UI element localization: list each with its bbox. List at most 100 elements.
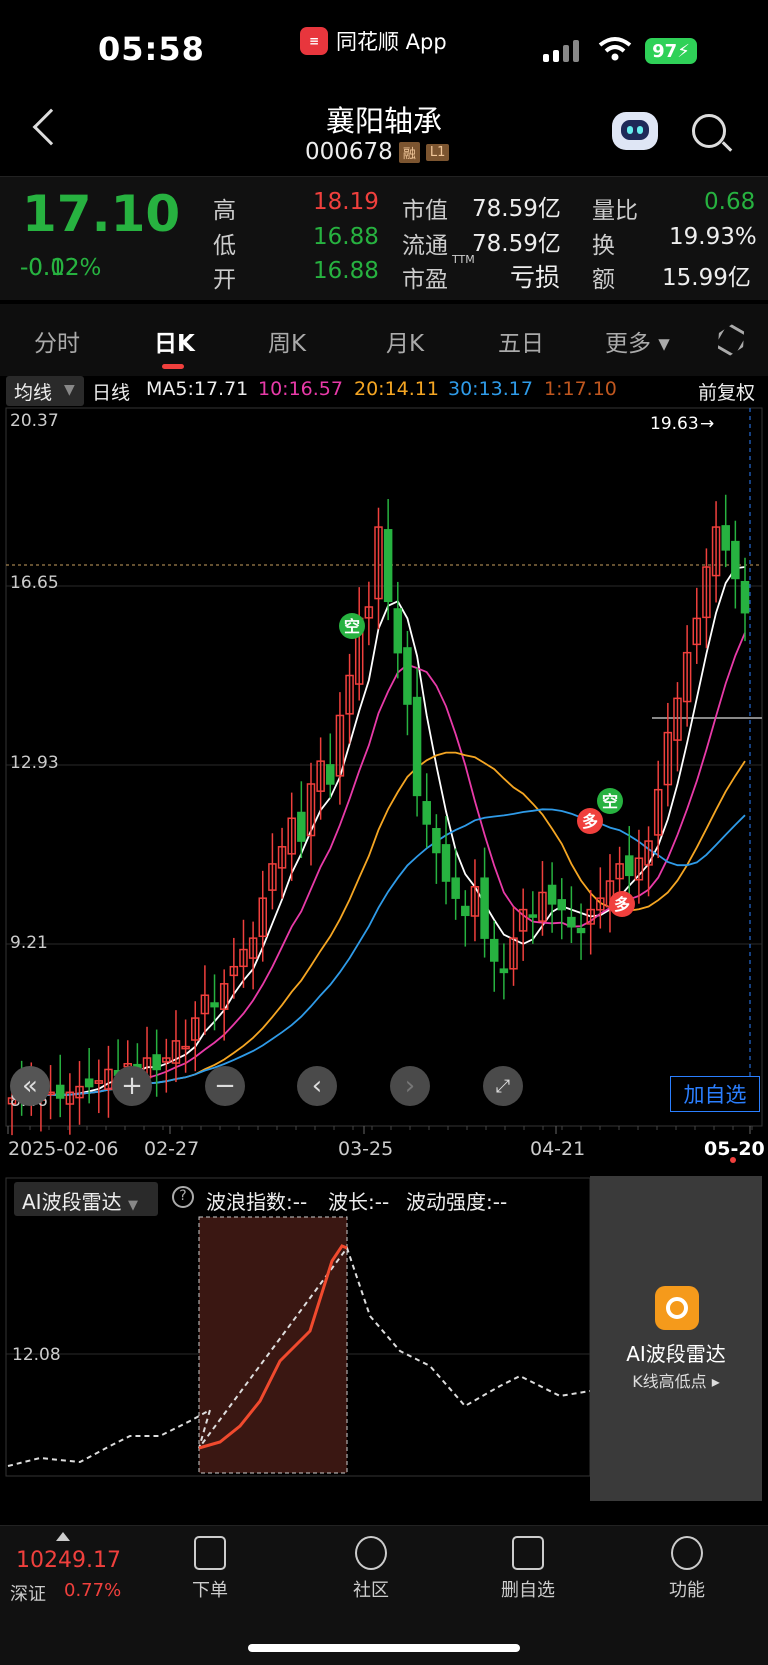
settings-icon[interactable] (712, 321, 750, 359)
stock-code-row: 000678 融 L1 (305, 139, 450, 165)
mcap-label: 市值 (402, 198, 448, 224)
clock: 05:58 (98, 30, 205, 68)
amount-value: 15.99亿 (662, 265, 751, 291)
radar-selector[interactable]: AI波段雷达 ▼ (14, 1182, 158, 1216)
active-tab-indicator (162, 364, 184, 369)
ai-robot-icon[interactable] (612, 112, 658, 150)
candle-body (461, 905, 470, 917)
candle-body (84, 1078, 94, 1088)
pe-value: 亏损 (510, 263, 561, 292)
open-value: 16.88 (313, 258, 379, 284)
tab-daily[interactable]: 日K (154, 324, 195, 358)
candle-body (576, 927, 586, 934)
candle-body (441, 844, 451, 882)
remove-favorite-button[interactable]: 删自选 (488, 1536, 568, 1602)
short-signal-marker: 空 (339, 613, 365, 639)
candle-body (326, 764, 335, 785)
candle-body (451, 877, 460, 899)
tab-monthly[interactable]: 月K (386, 324, 424, 358)
add-favorite-button[interactable]: 加自选 (670, 1076, 760, 1112)
ma20-line (11, 751, 746, 1099)
scroll-right-button[interactable]: › (390, 1066, 430, 1106)
ma10-value: 10:16.57 (258, 378, 343, 400)
app-logo-icon: ≡ (300, 27, 328, 55)
order-label: 下单 (192, 1580, 228, 1601)
tab-intraday[interactable]: 分时 (34, 324, 80, 358)
promo-title: AI波段雷达 (626, 1342, 726, 1366)
zoom-in-button[interactable]: + (112, 1066, 152, 1106)
peak-price-label: 19.63 (650, 414, 699, 434)
zoom-out-button[interactable]: − (205, 1066, 245, 1106)
candle-body (432, 828, 441, 854)
tab-five-day[interactable]: 五日 (498, 324, 544, 358)
radar-selector-label: AI波段雷达 (22, 1190, 122, 1214)
app-name: 同花顺 App (336, 30, 447, 54)
radar-highlight-band (198, 1216, 348, 1474)
order-button[interactable]: 下单 (170, 1536, 250, 1602)
battery-level: 97 (652, 40, 678, 62)
y-tick: 9.21 (10, 933, 48, 953)
wave-index: 波浪指数:-- (206, 1190, 308, 1214)
radar-promo-card[interactable]: AI波段雷达 K线高低点 ▸ (590, 1176, 762, 1501)
date-tick: 03-25 (338, 1138, 394, 1160)
ma5-line (11, 566, 746, 1099)
date-tick: 2025-02-06 (8, 1138, 119, 1160)
kline-frame (5, 407, 763, 1127)
ma30-value: 30:13.17 (448, 378, 533, 400)
help-icon[interactable]: ? (172, 1186, 194, 1208)
fullscreen-button[interactable]: ⤢ (483, 1066, 523, 1106)
candle-body (557, 899, 566, 911)
vr-value: 0.68 (704, 189, 756, 215)
status-bar: 05:58 ≡ 同花顺 App 97 ⚡ (0, 0, 768, 92)
long-signal-marker: 多 (609, 891, 635, 917)
high-label: 高 (213, 198, 236, 224)
long-signal-marker-text: 多 (614, 895, 630, 914)
tab-more-label: 更多 (605, 331, 651, 357)
last-price: 17.10 (22, 185, 181, 243)
vr-label: 量比 (592, 198, 638, 224)
home-indicator (248, 1644, 520, 1652)
scroll-left-button[interactable]: ‹ (297, 1066, 337, 1106)
app-indicator: ≡ 同花顺 App (300, 26, 447, 56)
wave-length: 波长:-- (328, 1190, 390, 1214)
index-name: 深证 (10, 1584, 46, 1605)
wave-strength: 波动强度:-- (406, 1190, 508, 1214)
candle-body (489, 938, 499, 962)
short-signal-marker-text: 空 (344, 617, 360, 636)
y-tick: 20.37 (10, 411, 59, 431)
float-label: 流通 (402, 233, 448, 259)
index-value[interactable]: 10249.17 (16, 1548, 121, 1573)
candle-body (731, 540, 740, 580)
promo-subtitle-text: K线高低点 (632, 1372, 707, 1391)
tab-weekly[interactable]: 周K (268, 324, 306, 358)
menu-icon (671, 1536, 703, 1570)
index-pct: 0.77% (64, 1580, 122, 1601)
minus-box-icon (512, 1536, 544, 1570)
expand-icon[interactable] (56, 1532, 70, 1541)
ma30-line (11, 808, 746, 1099)
functions-button[interactable]: 功能 (647, 1536, 727, 1602)
collapse-left-button[interactable]: « (10, 1066, 50, 1106)
quote-panel: 17.10 -0.02 -0.12% 高 18.19 低 16.88 开 16.… (0, 176, 768, 300)
amount-label: 额 (592, 267, 615, 293)
level-tag: L1 (425, 143, 450, 161)
open-label: 开 (213, 267, 236, 293)
change-pct: -0.12% (20, 255, 102, 281)
candle-body (721, 525, 730, 551)
signal-icon (543, 40, 579, 62)
candle-body (528, 914, 538, 918)
stock-code: 000678 (305, 139, 393, 165)
candle-body (625, 855, 634, 877)
date-tick: 04-21 (530, 1138, 586, 1160)
search-icon[interactable] (692, 114, 726, 148)
chevron-down-icon: ▼ (127, 1198, 138, 1213)
community-button[interactable]: 社区 (331, 1536, 411, 1602)
chevron-down-icon: ▼ (64, 382, 75, 398)
bottom-bar: 10249.17 深证 0.77% 下单 社区 删自选 功能 (0, 1525, 768, 1665)
wifi-icon (598, 37, 632, 61)
radar-icon (655, 1286, 699, 1330)
margin-tag: 融 (398, 141, 420, 163)
long-signal-marker: 多 (577, 808, 603, 834)
adjust-mode[interactable]: 前复权 (698, 378, 755, 405)
tab-more[interactable]: 更多 ▾ (605, 324, 670, 358)
